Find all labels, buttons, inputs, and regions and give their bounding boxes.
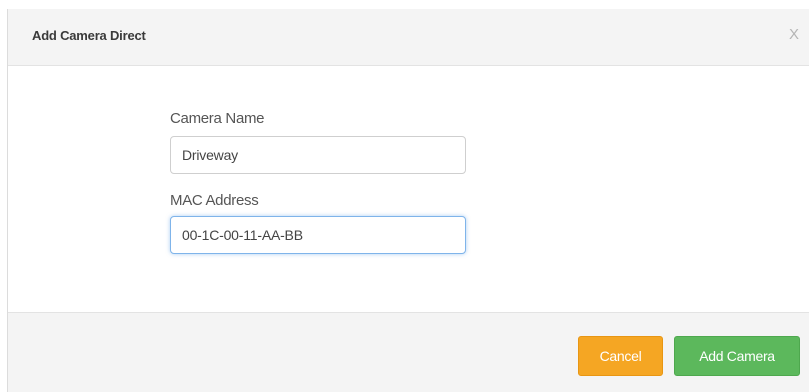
- mac-address-input[interactable]: [170, 216, 466, 254]
- cancel-button[interactable]: Cancel: [578, 336, 663, 376]
- dialog-header: Add Camera Direct X: [8, 9, 809, 66]
- close-icon[interactable]: X: [789, 27, 799, 42]
- dialog-title: Add Camera Direct: [32, 28, 146, 43]
- dialog-footer: Cancel Add Camera: [8, 312, 809, 392]
- mac-address-label: MAC Address: [170, 192, 259, 209]
- add-camera-dialog: Add Camera Direct X Camera Name MAC Addr…: [7, 9, 809, 392]
- camera-name-input[interactable]: [170, 136, 466, 174]
- add-camera-button[interactable]: Add Camera: [674, 336, 800, 376]
- camera-name-label: Camera Name: [170, 110, 265, 127]
